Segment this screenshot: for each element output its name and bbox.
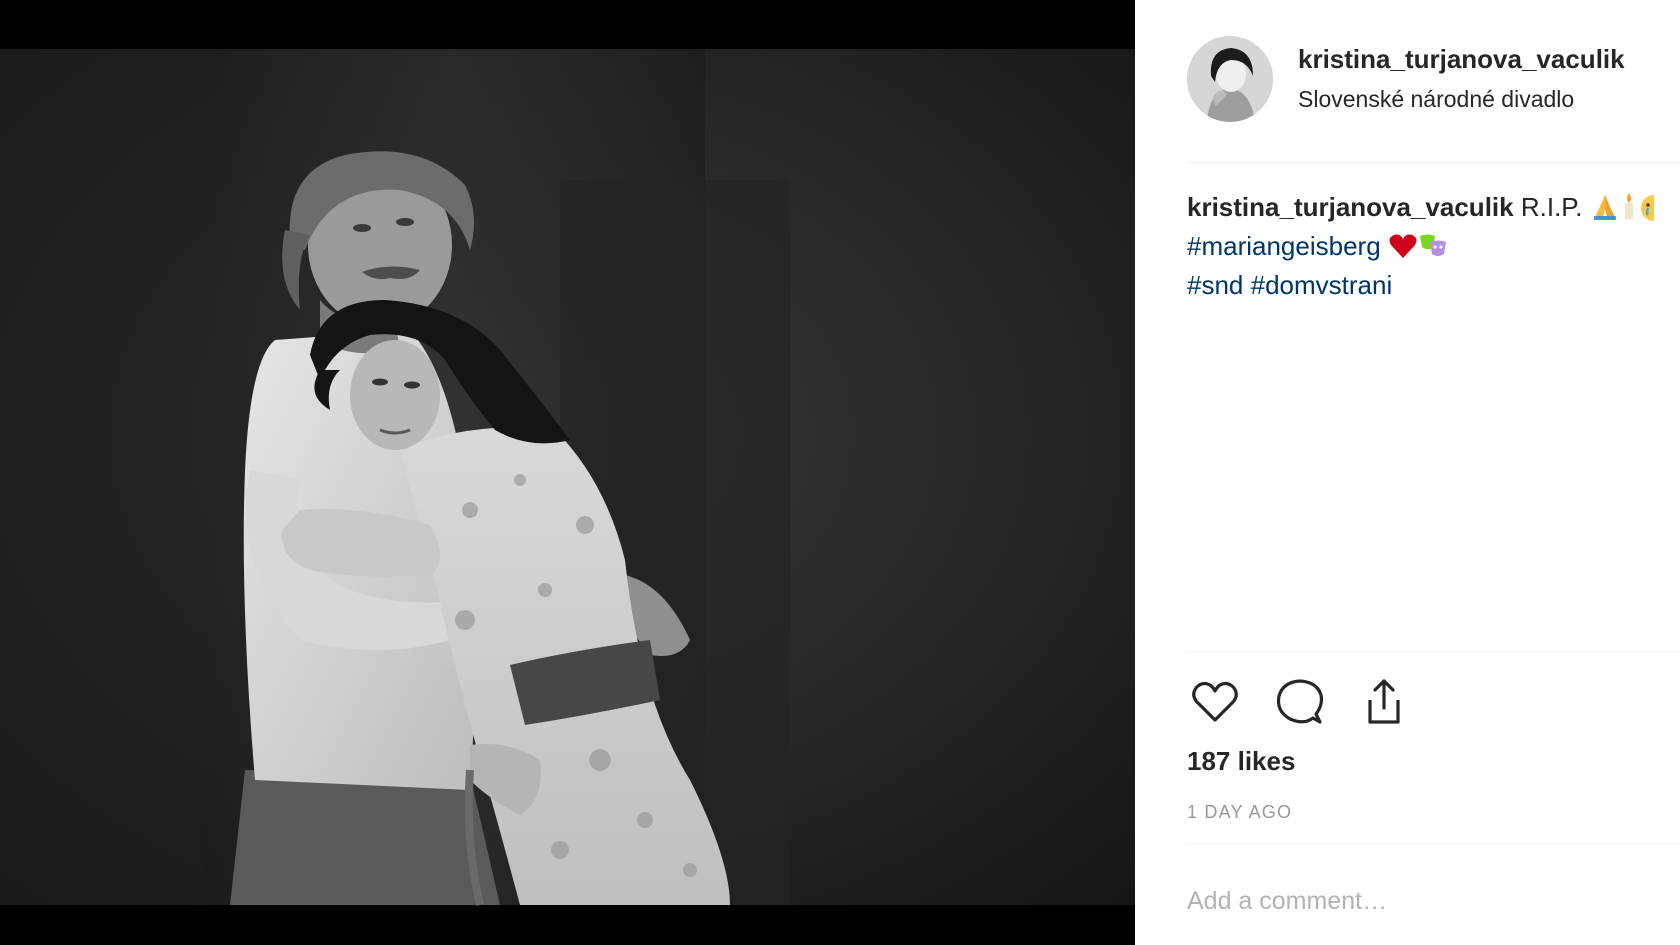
folded-hands-emoji xyxy=(1593,195,1616,220)
hashtag-link[interactable]: #mariangeisberg xyxy=(1187,231,1381,261)
post-photo[interactable] xyxy=(0,0,1135,945)
share-button[interactable] xyxy=(1356,674,1412,730)
crying-face-emoji xyxy=(1640,195,1654,221)
caption-line-3: #snd #domvstrani xyxy=(1187,266,1680,305)
avatar[interactable] xyxy=(1187,36,1273,122)
caption-author-link[interactable]: kristina_turjanova_vaculik xyxy=(1187,192,1514,222)
caption-text: R.I.P. xyxy=(1520,192,1583,222)
post-header: kristina_turjanova_vaculik • Slovenské n… xyxy=(1187,36,1680,122)
caption-line-1: kristina_turjanova_vaculik R.I.P. xyxy=(1187,188,1680,227)
post-side-panel: kristina_turjanova_vaculik • Slovenské n… xyxy=(1135,0,1680,945)
performing-arts-emoji xyxy=(1419,234,1446,256)
red-heart-emoji xyxy=(1389,234,1417,258)
like-button[interactable] xyxy=(1187,674,1243,730)
hashtag-link[interactable]: #snd xyxy=(1187,270,1243,300)
actions-divider xyxy=(1187,651,1680,652)
comment-divider xyxy=(1187,843,1680,844)
heart-icon xyxy=(1192,681,1238,722)
likes-count[interactable]: 187 likes xyxy=(1187,746,1295,777)
location-link[interactable]: Slovenské národné divadlo xyxy=(1298,86,1574,113)
candle-emoji xyxy=(1624,193,1633,219)
caption-line-2: #mariangeisberg xyxy=(1187,227,1680,266)
post-caption: kristina_turjanova_vaculik R.I.P. #maria… xyxy=(1187,188,1680,305)
comment-bubble-icon xyxy=(1276,679,1324,724)
stage-photo-image xyxy=(0,0,1135,945)
username-link[interactable]: kristina_turjanova_vaculik xyxy=(1298,44,1625,75)
share-icon xyxy=(1368,679,1400,724)
comment-input[interactable] xyxy=(1187,880,1667,922)
header-divider xyxy=(1187,162,1680,163)
avatar-image xyxy=(1187,36,1273,122)
comment-button[interactable] xyxy=(1272,674,1328,730)
post-timestamp[interactable]: 1 DAY AGO xyxy=(1187,802,1292,823)
hashtag-link[interactable]: #domvstrani xyxy=(1251,270,1393,300)
